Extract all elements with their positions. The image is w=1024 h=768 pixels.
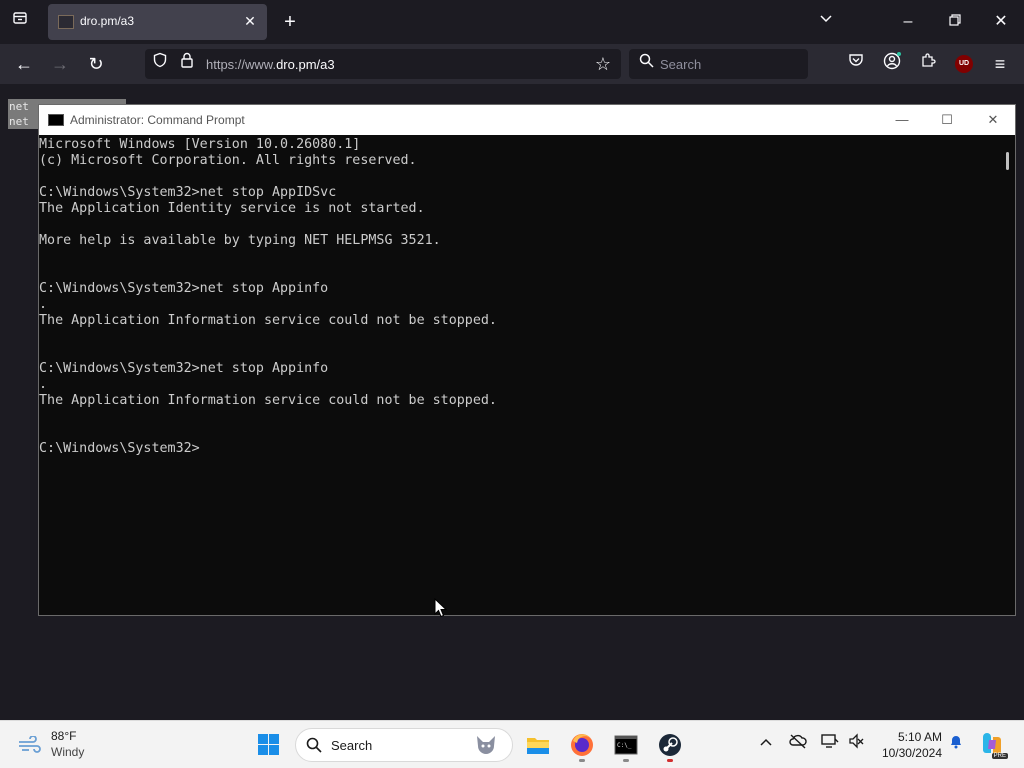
extensions-puzzle-icon[interactable] <box>916 52 940 76</box>
svg-text:C:\_: C:\_ <box>617 742 632 749</box>
account-icon[interactable] <box>880 52 904 76</box>
console-line: . <box>39 377 48 392</box>
pocket-icon[interactable] <box>844 52 868 76</box>
console-line: The Application Identity service is not … <box>39 201 425 216</box>
new-tab-icon[interactable]: + <box>278 10 302 34</box>
ublock-badge: UD <box>955 55 973 73</box>
console-line: . <box>39 297 48 312</box>
windows-logo-pane <box>269 745 279 755</box>
minimize-window-icon[interactable]: – <box>896 10 920 34</box>
cmd-title-bar[interactable]: Administrator: Command Prompt — ☐ ✕ <box>39 105 1015 135</box>
taskbar-search-box[interactable]: Search <box>295 728 513 762</box>
cmd-minimize-icon[interactable]: — <box>879 107 925 133</box>
back-icon[interactable]: ← <box>12 52 36 76</box>
browser-toolbar: ← → ↻ https://www.dro.pm/a3 ☆ Search UD … <box>0 44 1024 84</box>
cmd-scrollbar[interactable] <box>999 135 1015 615</box>
bookmark-star-icon[interactable]: ☆ <box>591 52 615 76</box>
browser-search-input[interactable]: Search <box>629 49 808 79</box>
tab-favicon-icon <box>58 15 74 29</box>
firefox-icon[interactable] <box>564 727 600 763</box>
console-line: C:\Windows\System32>net stop AppIDSvc <box>39 185 337 200</box>
url-prefix: https://www. <box>206 57 277 72</box>
console-line: C:\Windows\System32> <box>39 441 200 456</box>
mouse-cursor-icon <box>434 598 448 618</box>
console-line: Microsoft Windows [Version 10.0.26080.1] <box>39 137 361 152</box>
ublock-origin-icon[interactable]: UD <box>952 52 976 76</box>
command-prompt-window[interactable]: Administrator: Command Prompt — ☐ ✕ Micr… <box>38 104 1016 616</box>
running-indicator <box>579 759 585 762</box>
copilot-badge: PRE <box>991 753 1008 759</box>
clock-time: 5:10 AM <box>897 730 942 744</box>
copilot-icon[interactable]: PRE <box>974 727 1010 763</box>
wind-icon <box>17 735 43 759</box>
cloud-offline-icon[interactable] <box>786 733 810 757</box>
shield-icon[interactable] <box>148 52 172 76</box>
close-window-icon[interactable]: ✕ <box>989 10 1013 34</box>
url-text[interactable]: https://www.dro.pm/a3 <box>206 57 335 72</box>
windows-logo-pane <box>258 745 268 755</box>
weather-temperature: 88°F <box>51 729 77 743</box>
lock-icon[interactable] <box>175 52 199 76</box>
url-bar[interactable]: https://www.dro.pm/a3 ☆ <box>145 49 621 79</box>
browser-search-placeholder: Search <box>660 57 702 72</box>
cmd-window-title: Administrator: Command Prompt <box>70 113 245 127</box>
list-all-tabs-icon[interactable] <box>8 10 32 34</box>
file-explorer-icon[interactable] <box>520 727 556 763</box>
clock-date: 10/30/2024 <box>881 746 942 760</box>
system-clock[interactable]: 5:10 AM 10/30/2024 <box>872 729 942 761</box>
search-icon <box>634 52 658 76</box>
console-output[interactable]: Microsoft Windows [Version 10.0.26080.1]… <box>39 135 999 615</box>
browser-tab[interactable]: dro.pm/a3 ✕ <box>48 4 267 40</box>
reload-icon[interactable]: ↻ <box>84 52 108 76</box>
console-line: (c) Microsoft Corporation. All rights re… <box>39 153 417 168</box>
console-line: C:\Windows\System32>net stop Appinfo <box>39 361 329 376</box>
search-highlight-icon <box>474 734 498 756</box>
console-line: More help is available by typing NET HEL… <box>39 233 441 248</box>
running-indicator <box>667 759 673 762</box>
url-domain: dro.pm/a3 <box>276 57 335 72</box>
cmd-close-icon[interactable]: ✕ <box>970 107 1016 133</box>
weather-widget[interactable]: 88°F Windy <box>14 727 104 763</box>
close-tab-icon[interactable]: ✕ <box>241 12 259 30</box>
windows-logo-icon <box>258 734 268 744</box>
taskbar-search-placeholder: Search <box>331 738 373 753</box>
console-line: The Application Information service coul… <box>39 313 497 328</box>
running-indicator <box>623 759 629 762</box>
start-button[interactable] <box>252 727 288 763</box>
console-line: The Application Information service coul… <box>39 393 497 408</box>
steam-icon[interactable] <box>652 727 688 763</box>
restore-window-icon[interactable] <box>943 10 967 34</box>
menu-hamburger-icon[interactable]: ≡ <box>988 52 1012 76</box>
tab-title: dro.pm/a3 <box>80 14 135 28</box>
chevron-up-icon[interactable] <box>754 733 778 757</box>
cmd-app-icon <box>48 114 64 126</box>
weather-condition: Windy <box>51 745 85 759</box>
cmd-scrollbar-thumb[interactable] <box>1006 152 1009 170</box>
network-icon[interactable] <box>818 733 842 757</box>
taskbar-search-icon <box>306 737 322 758</box>
cmd-maximize-icon[interactable]: ☐ <box>924 107 970 133</box>
windows-taskbar: 88°F Windy Search C:\_ 5:10 AM 10/30/202… <box>0 720 1024 768</box>
forward-icon[interactable]: → <box>48 52 72 76</box>
console-line: C:\Windows\System32>net stop Appinfo <box>39 281 329 296</box>
notification-bell-icon[interactable] <box>944 733 968 757</box>
windows-logo-pane <box>269 734 279 744</box>
terminal-icon[interactable]: C:\_ <box>608 727 644 763</box>
browser-tab-bar: dro.pm/a3 ✕ + – ✕ <box>0 0 1024 44</box>
volume-muted-icon[interactable] <box>844 733 868 757</box>
chevron-down-icon[interactable] <box>814 10 838 34</box>
